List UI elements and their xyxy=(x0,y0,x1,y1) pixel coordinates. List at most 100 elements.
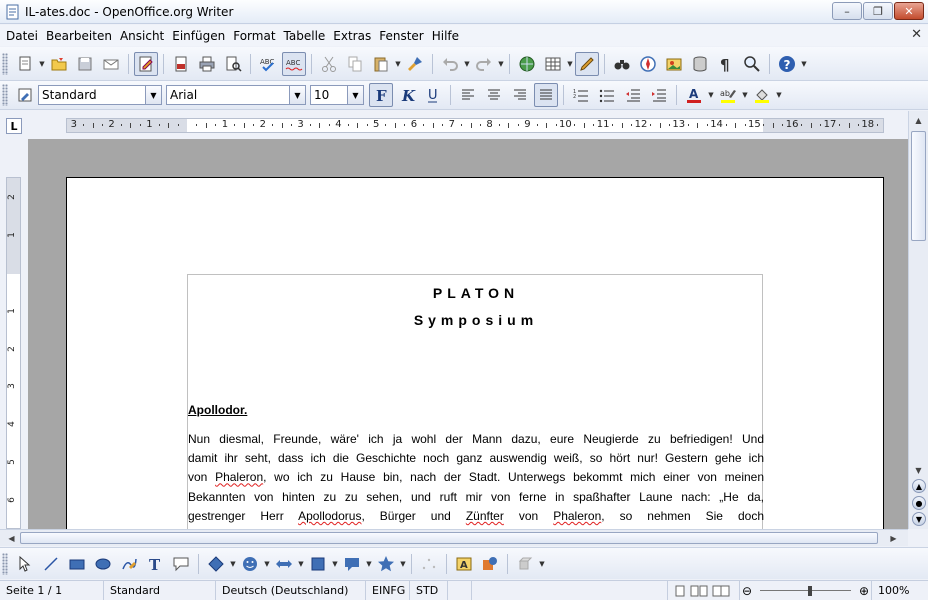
multi-page-view-icon[interactable] xyxy=(690,585,708,597)
next-page-icon[interactable]: ▼ xyxy=(912,512,926,526)
page-preview-icon[interactable] xyxy=(221,52,245,76)
align-left-icon[interactable] xyxy=(456,83,480,107)
copy-icon[interactable] xyxy=(343,52,367,76)
align-center-icon[interactable] xyxy=(482,83,506,107)
menu-fenster[interactable]: Fenster xyxy=(375,29,428,43)
background-color-icon[interactable] xyxy=(750,83,774,107)
font-color-icon[interactable]: A xyxy=(682,83,706,107)
symbol-shapes-icon[interactable] xyxy=(238,552,262,576)
text-boundaries[interactable]: PLATON Symposium Apollodor. Nun diesmal,… xyxy=(187,274,764,529)
single-page-view-icon[interactable] xyxy=(674,585,686,597)
status-page-style[interactable]: Standard xyxy=(104,580,216,600)
auto-spellcheck-icon[interactable]: ABC xyxy=(282,51,306,76)
callouts-icon[interactable] xyxy=(340,552,364,576)
ruler-scale[interactable]: 3 2 1 1 2 3 4 5 6 7 8 9 10 11 12 13 14 15 16 17 18 xyxy=(66,118,884,133)
extrusion-icon[interactable] xyxy=(513,552,537,576)
toolbar-grip[interactable] xyxy=(2,552,8,575)
document-title-heading[interactable]: Symposium xyxy=(188,312,764,328)
chevron-down-icon[interactable]: ▼ xyxy=(289,86,305,104)
format-paintbrush-icon[interactable] xyxy=(403,52,427,76)
previous-page-icon[interactable]: ▲ xyxy=(912,479,926,493)
menu-einfuegen[interactable]: Einfügen xyxy=(168,29,229,43)
paragraph-style-select[interactable]: Standard ▼ xyxy=(38,85,162,105)
block-arrows-icon[interactable] xyxy=(272,552,296,576)
text-tool-icon[interactable]: T xyxy=(143,552,167,576)
vertical-scroll-thumb[interactable] xyxy=(911,131,926,241)
find-replace-icon[interactable] xyxy=(610,52,634,76)
new-dropdown-icon[interactable]: ▼ xyxy=(38,54,46,74)
callout-tool-icon[interactable] xyxy=(169,552,193,576)
menu-ansicht[interactable]: Ansicht xyxy=(116,29,168,43)
toolbar-grip[interactable] xyxy=(2,84,8,106)
tab-type-selector[interactable]: L xyxy=(6,118,22,134)
menu-tabelle[interactable]: Tabelle xyxy=(280,29,330,43)
select-arrow-icon[interactable] xyxy=(13,552,37,576)
text-line[interactable]: Bekannten von hinten zu zu sehen, und ru… xyxy=(188,488,764,507)
zoom-slider[interactable] xyxy=(752,581,859,600)
document-area[interactable]: PLATON Symposium Apollodor. Nun diesmal,… xyxy=(28,139,908,529)
paste-icon[interactable] xyxy=(369,52,393,76)
undo-icon[interactable] xyxy=(438,52,462,76)
ellipse-tool-icon[interactable] xyxy=(91,552,115,576)
close-document-button[interactable]: ✕ xyxy=(911,27,922,42)
status-document-modified[interactable] xyxy=(448,580,472,600)
save-icon[interactable] xyxy=(73,52,97,76)
scroll-up-icon[interactable]: ▲ xyxy=(911,113,926,127)
background-color-dropdown-icon[interactable]: ▼ xyxy=(775,85,783,105)
zoom-icon[interactable] xyxy=(740,52,764,76)
formatting-marks-icon[interactable]: ¶ xyxy=(714,52,738,76)
menu-bearbeiten[interactable]: Bearbeiten xyxy=(42,29,116,43)
menu-hilfe[interactable]: Hilfe xyxy=(428,29,463,43)
navigator-icon[interactable] xyxy=(636,52,660,76)
align-right-icon[interactable] xyxy=(508,83,532,107)
menu-format[interactable]: Format xyxy=(229,29,279,43)
flowcharts-dropdown-icon[interactable]: ▼ xyxy=(331,554,339,574)
data-sources-icon[interactable] xyxy=(688,52,712,76)
basic-shapes-icon[interactable] xyxy=(204,552,228,576)
zoom-slider-knob[interactable] xyxy=(808,585,813,596)
fontwork-gallery-icon[interactable]: A xyxy=(452,552,476,576)
menu-datei[interactable]: Datei xyxy=(2,29,42,43)
toolbar-overflow-icon[interactable]: ▼ xyxy=(800,54,808,74)
maximize-button[interactable]: ❐ xyxy=(863,2,893,20)
underline-icon[interactable]: U xyxy=(421,83,445,107)
new-document-icon[interactable] xyxy=(13,52,37,76)
text-line[interactable]: von Phaleron, wo ich zu Hause bin, nach … xyxy=(188,468,764,487)
decrease-indent-icon[interactable] xyxy=(621,83,645,107)
bullets-icon[interactable] xyxy=(595,83,619,107)
rectangle-tool-icon[interactable] xyxy=(65,552,89,576)
horizontal-scrollbar[interactable]: ◀ ▶ xyxy=(0,529,908,546)
text-line[interactable]: damit ihr seht, dass ich die Geschichte … xyxy=(188,449,764,468)
show-draw-functions-icon[interactable] xyxy=(575,51,599,76)
toolbar-overflow-icon[interactable]: ▼ xyxy=(538,554,546,574)
redo-icon[interactable] xyxy=(472,52,496,76)
scroll-right-icon[interactable]: ▶ xyxy=(886,531,901,545)
callouts-dropdown-icon[interactable]: ▼ xyxy=(365,554,373,574)
gallery-icon[interactable] xyxy=(662,52,686,76)
paste-dropdown-icon[interactable]: ▼ xyxy=(394,54,402,74)
bold-icon[interactable]: F xyxy=(369,83,393,107)
styles-formatting-icon[interactable] xyxy=(13,83,37,107)
redo-dropdown-icon[interactable]: ▼ xyxy=(497,54,505,74)
from-file-icon[interactable] xyxy=(478,552,502,576)
freeform-line-icon[interactable] xyxy=(117,552,141,576)
document-author-heading[interactable]: PLATON xyxy=(188,285,764,301)
undo-dropdown-icon[interactable]: ▼ xyxy=(463,54,471,74)
scroll-left-icon[interactable]: ◀ xyxy=(4,531,19,545)
font-color-dropdown-icon[interactable]: ▼ xyxy=(707,85,715,105)
status-page[interactable]: Seite 1 / 1 xyxy=(0,580,104,600)
line-tool-icon[interactable] xyxy=(39,552,63,576)
numbering-icon[interactable]: 12 xyxy=(569,83,593,107)
status-selection-mode[interactable]: STD xyxy=(410,580,448,600)
print-icon[interactable] xyxy=(195,52,219,76)
toolbar-grip[interactable] xyxy=(2,52,8,75)
body-paragraph[interactable]: Nun diesmal, Freunde, wäre' ich ja wohl … xyxy=(188,430,764,526)
symbol-shapes-dropdown-icon[interactable]: ▼ xyxy=(263,554,271,574)
hyperlink-icon[interactable] xyxy=(515,52,539,76)
justify-icon[interactable] xyxy=(534,83,558,107)
vertical-ruler-scale[interactable]: 2 1 1 2 3 4 5 6 xyxy=(6,177,21,529)
stars-dropdown-icon[interactable]: ▼ xyxy=(399,554,407,574)
status-insert-mode[interactable]: EINFG xyxy=(366,580,410,600)
basic-shapes-dropdown-icon[interactable]: ▼ xyxy=(229,554,237,574)
navigation-icon[interactable]: ● xyxy=(912,496,926,510)
